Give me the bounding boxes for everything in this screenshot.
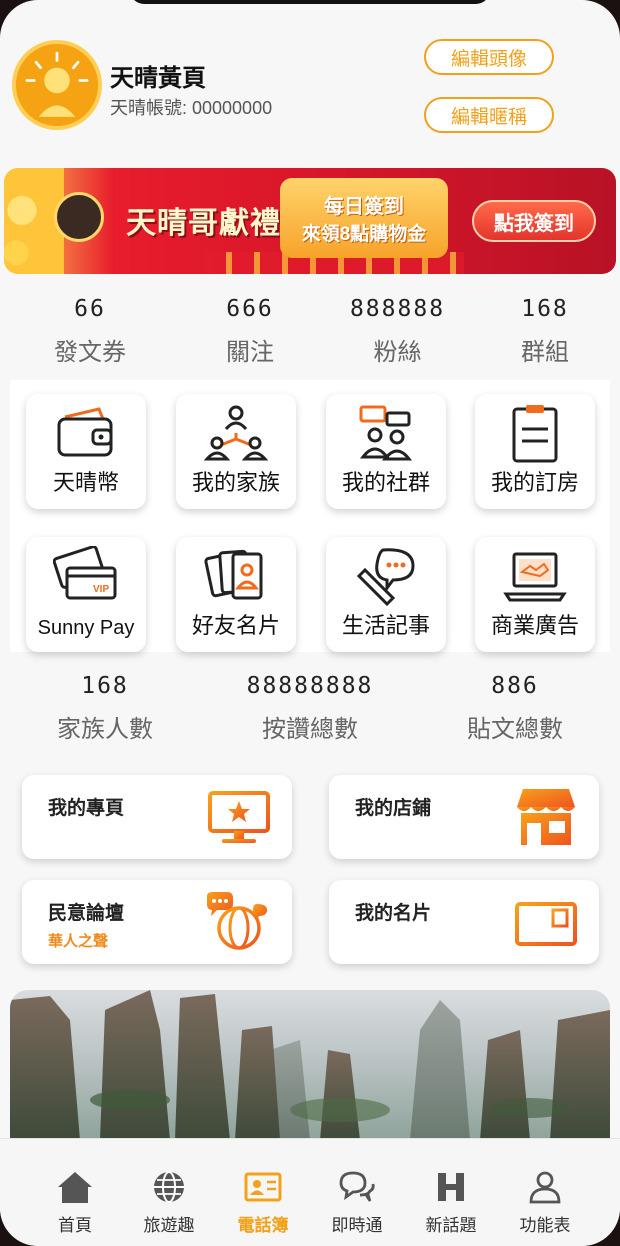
stats-top: 66 發文券 666 關注 888888 粉絲 168 群組: [0, 296, 620, 367]
clipboard-icon: [475, 400, 595, 466]
phone-notch: [130, 0, 490, 4]
nav-label: 即時通: [331, 1216, 383, 1235]
feature-label: 好友名片: [191, 613, 280, 638]
bottom-navigation: 首頁 旅遊趣 電話簿 即時通 新話題 功能表: [0, 1138, 620, 1246]
person-icon: [529, 1171, 561, 1204]
card-subtitle: 華人之聲: [48, 933, 109, 950]
stat-value: 168: [81, 673, 129, 699]
chat-bubbles-icon: [339, 1171, 375, 1202]
globe-chat-icon: [207, 892, 267, 950]
stats-bottom: 168 家族人數 88888888 按讚總數 886 貼文總數: [0, 673, 620, 744]
h-icon: [438, 1173, 464, 1201]
community-icon: [326, 400, 446, 466]
vip-card-icon: VIP: [26, 543, 146, 609]
banner-title: 天晴哥獻禮: [126, 207, 281, 240]
stat-value: 888888: [349, 296, 446, 322]
feature-tile-sunny-pay[interactable]: VIP Sunny Pay: [26, 537, 146, 652]
pencil-chat-icon: [326, 543, 446, 609]
banner-line2: 來領8點購物金: [301, 224, 427, 245]
feature-label: 我的訂房: [490, 470, 579, 495]
feature-label: Sunny Pay: [37, 617, 135, 639]
nav-label: 電話簿: [237, 1216, 289, 1235]
stat-label: 家族人數: [57, 716, 153, 743]
profile-name: 天晴黃頁: [110, 65, 206, 92]
banner-avatar: [54, 192, 104, 242]
globe-icon: [154, 1171, 184, 1203]
sun-person-icon: [16, 44, 98, 126]
banner-promo-box: 每日簽到 來領8點購物金: [280, 178, 448, 258]
nav-menu[interactable]: 功能表: [498, 1139, 592, 1246]
feature-label: 我的社群: [341, 470, 430, 495]
feature-label: 生活記事: [341, 613, 430, 638]
wallet-icon: [26, 400, 146, 466]
laptop-handshake-icon: [475, 543, 595, 609]
stat-followers[interactable]: 888888 粉絲: [320, 296, 475, 367]
card-title: 我的名片: [355, 903, 432, 924]
stat-value: 66: [74, 296, 106, 322]
card-title: 我的店鋪: [355, 798, 432, 819]
stat-total-likes[interactable]: 88888888 按讚總數: [210, 673, 410, 744]
card-public-forum[interactable]: 民意論壇 華人之聲: [22, 880, 292, 964]
feature-tile-sunny-coin[interactable]: 天晴幣: [26, 394, 146, 509]
nav-label: 功能表: [519, 1216, 571, 1235]
edit-nickname-button[interactable]: 編輯暱稱: [424, 97, 554, 133]
card-my-namecard[interactable]: 我的名片: [329, 880, 599, 964]
nav-new-topics[interactable]: 新話題: [404, 1139, 498, 1246]
nav-travel[interactable]: 旅遊趣: [122, 1139, 216, 1246]
card-title: 我的專頁: [48, 798, 125, 819]
stat-value: 886: [491, 673, 539, 699]
stat-groups[interactable]: 168 群組: [475, 296, 615, 367]
card-my-shop[interactable]: 我的店鋪: [329, 775, 599, 859]
svg-text:VIP: VIP: [93, 584, 109, 595]
feature-tile-friend-cards[interactable]: 好友名片: [176, 537, 296, 652]
feature-label: 天晴幣: [52, 470, 119, 495]
stat-label: 貼文總數: [467, 716, 563, 743]
feature-tile-my-booking[interactable]: 我的訂房: [475, 394, 595, 509]
card-my-page[interactable]: 我的專頁: [22, 775, 292, 859]
stat-total-posts[interactable]: 886 貼文總數: [410, 673, 620, 744]
stat-label: 發文券: [54, 339, 126, 366]
checkin-banner[interactable]: 天晴哥獻禮 每日簽到 來領8點購物金 點我簽到: [4, 168, 616, 274]
stat-label: 粉絲: [373, 339, 422, 366]
nav-messaging[interactable]: 即時通: [310, 1139, 404, 1246]
nav-label: 旅遊趣: [143, 1216, 195, 1235]
profile-account-id: 天晴帳號: 00000000: [110, 98, 273, 118]
family-icon: [176, 400, 296, 466]
nav-label: 新話題: [425, 1216, 477, 1235]
shop-icon: [517, 789, 575, 845]
contact-cards-icon: [176, 543, 296, 609]
feature-tile-business-ads[interactable]: 商業廣告: [475, 537, 595, 652]
phone-screen: 天晴黃頁 天晴帳號: 00000000 編輯頭像 編輯暱稱 天晴哥獻禮 每日簽到…: [0, 0, 620, 1246]
checkin-button[interactable]: 點我簽到: [472, 200, 596, 242]
mountain-pillars-image: [10, 990, 610, 1140]
stat-value: 666: [226, 296, 274, 322]
scenic-photo[interactable]: [10, 990, 610, 1140]
stat-posting-vouchers[interactable]: 66 發文券: [0, 296, 180, 367]
feature-label: 商業廣告: [490, 613, 579, 638]
stat-value: 88888888: [246, 673, 374, 699]
nav-phonebook[interactable]: 電話簿: [216, 1139, 310, 1246]
nav-label: 首頁: [58, 1216, 92, 1235]
home-icon: [58, 1172, 92, 1203]
stat-label: 關注: [226, 339, 274, 366]
stat-following[interactable]: 666 關注: [180, 296, 320, 367]
nav-home[interactable]: 首頁: [28, 1139, 122, 1246]
stat-label: 按讚總數: [262, 716, 358, 743]
feature-tile-my-community[interactable]: 我的社群: [326, 394, 446, 509]
monitor-star-icon: [208, 791, 270, 843]
card-title: 民意論壇: [48, 903, 125, 924]
edit-avatar-button[interactable]: 編輯頭像: [424, 39, 554, 75]
avatar[interactable]: [12, 40, 102, 130]
stat-label: 群組: [521, 339, 569, 366]
namecard-icon: [515, 902, 577, 946]
feature-tile-my-family[interactable]: 我的家族: [176, 394, 296, 509]
feature-tile-life-notes[interactable]: 生活記事: [326, 537, 446, 652]
feature-label: 我的家族: [191, 470, 280, 495]
stat-value: 168: [521, 296, 569, 322]
contact-book-icon: [244, 1172, 282, 1202]
banner-line1: 每日簽到: [324, 196, 404, 218]
stat-family-members[interactable]: 168 家族人數: [0, 673, 210, 744]
